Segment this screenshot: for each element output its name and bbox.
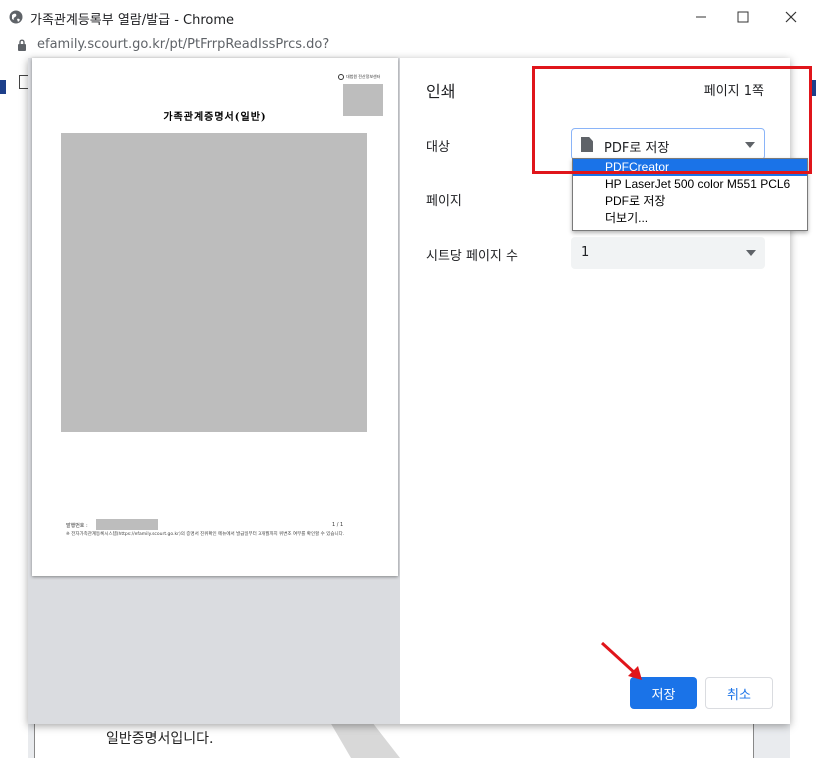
close-icon	[785, 11, 797, 23]
url-text[interactable]: efamily.scourt.go.kr/pt/PtFrrpReadIssPrc…	[37, 37, 329, 52]
pages-per-sheet-value: 1	[581, 245, 590, 260]
document-issue-number-label: 발행번호 :	[66, 523, 88, 529]
document-title: 가족관계증명서(일반)	[163, 112, 267, 123]
maximize-button[interactable]	[720, 0, 766, 34]
destination-option-save-as-pdf[interactable]: PDF로 저장	[573, 193, 807, 210]
browser-title-bar: 가족관계등록부 열람/발급 - Chrome	[0, 0, 816, 34]
court-seal-icon	[338, 74, 344, 80]
close-window-button[interactable]	[768, 0, 814, 34]
maximize-icon	[737, 11, 749, 23]
address-bar[interactable]: efamily.scourt.go.kr/pt/PtFrrpReadIssPrc…	[0, 34, 816, 58]
destination-option-see-more[interactable]: 더보기...	[573, 210, 807, 227]
lock-icon	[18, 39, 26, 51]
annotation-highlight-box	[532, 66, 812, 174]
minimize-icon	[696, 16, 706, 18]
pages-per-sheet-label: 시트당 페이지 수	[426, 249, 518, 264]
print-preview-area: 대법원 전산정보센터 가족관계증명서(일반) 발행번호 : 1 / 1 ※ 전자…	[28, 58, 400, 724]
background-left-accent	[0, 80, 6, 94]
annotation-arrow-icon	[600, 641, 642, 680]
redacted-issue-number	[96, 519, 158, 530]
document-logo-text: 대법원 전산정보센터	[346, 74, 381, 79]
document-page-number: 1 / 1	[332, 522, 344, 528]
globe-icon	[9, 10, 23, 24]
document-footer-note: ※ 전자가족관계등록시스템(https://efamily.scourt.go.…	[66, 532, 345, 537]
preview-page: 대법원 전산정보센터 가족관계증명서(일반) 발행번호 : 1 / 1 ※ 전자…	[32, 58, 398, 576]
destination-option-hp-laserjet[interactable]: HP LaserJet 500 color M551 PCL6	[573, 176, 807, 193]
background-right-accent	[812, 80, 816, 96]
redacted-block-large	[61, 133, 367, 432]
chevron-down-icon	[746, 250, 756, 256]
background-left-icon	[19, 75, 28, 89]
window-title: 가족관계등록부 열람/발급 - Chrome	[30, 13, 235, 28]
background-text-line: 일반증명서입니다.	[106, 731, 214, 747]
pages-label: 페이지	[426, 194, 462, 209]
background-left-strip	[0, 58, 28, 758]
print-title: 인쇄	[426, 82, 456, 101]
cancel-button[interactable]: 취소	[705, 677, 773, 709]
minimize-button[interactable]	[678, 0, 724, 34]
document-logo: 대법원 전산정보센터	[338, 74, 382, 84]
pages-per-sheet-select[interactable]: 1	[571, 237, 765, 269]
destination-label: 대상	[426, 140, 450, 155]
